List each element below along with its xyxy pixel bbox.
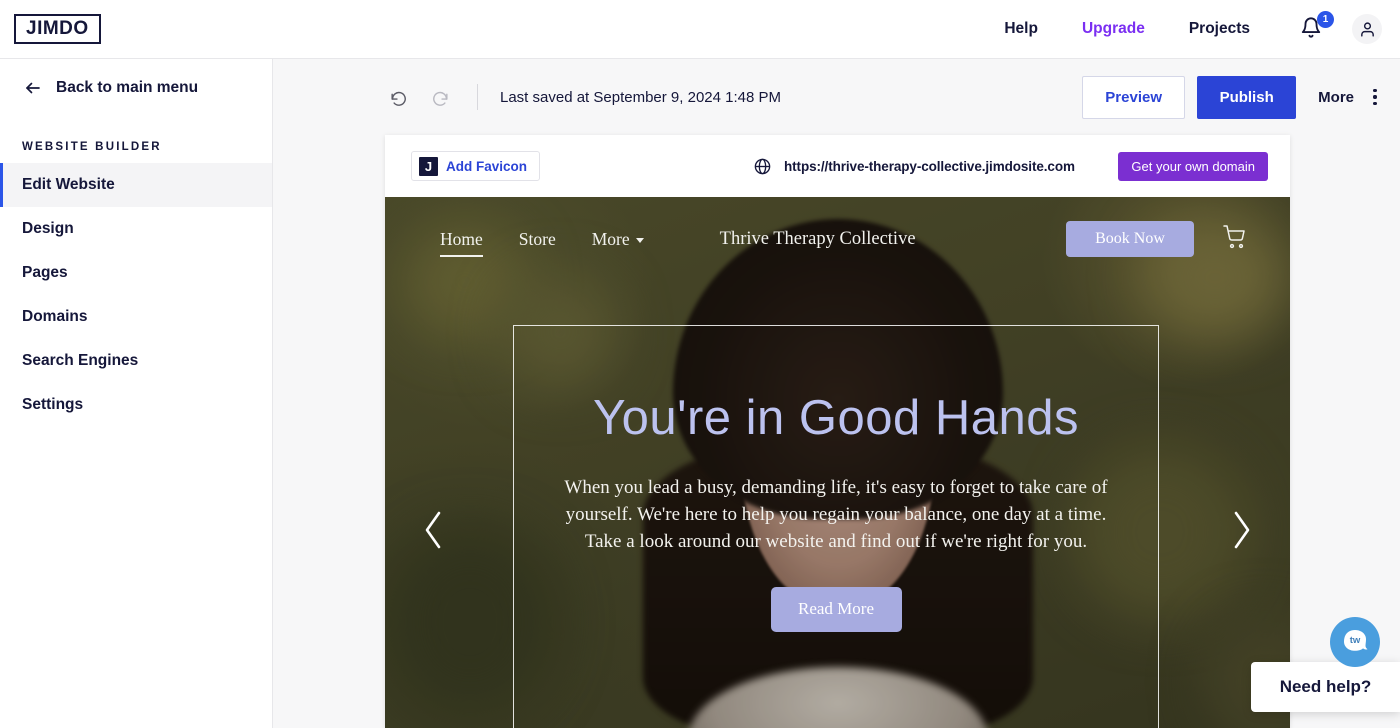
sidebar-item-label: Search Engines	[22, 352, 139, 369]
site-nav-more[interactable]: More	[592, 229, 644, 250]
notification-badge: 1	[1317, 11, 1334, 28]
user-avatar-icon	[1360, 21, 1374, 37]
chat-ghost-icon: tw	[1344, 630, 1368, 651]
get-own-domain-button[interactable]: Get your own domain	[1118, 151, 1268, 181]
hero-content-frame: You're in Good Hands When you lead a bus…	[513, 325, 1159, 728]
last-saved-label: Last saved at September 9, 2024 1:48 PM	[500, 88, 782, 106]
app-root: JIMDO Help Upgrade Projects 1 Back to ma…	[0, 0, 1400, 728]
hero-paragraph: When you lead a busy, demanding life, it…	[564, 477, 1108, 552]
editor-area: Last saved at September 9, 2024 1:48 PM …	[273, 59, 1400, 728]
notifications-button[interactable]: 1	[1300, 11, 1334, 42]
sidebar: Back to main menu WEBSITE BUILDER Edit W…	[0, 59, 273, 728]
arrow-left-icon	[26, 82, 40, 94]
nav-upgrade[interactable]: Upgrade	[1060, 20, 1167, 38]
back-to-main-menu-label: Back to main menu	[56, 79, 199, 96]
site-url[interactable]: https://thrive-therapy-collective.jimdos…	[784, 159, 1075, 174]
undo-icon	[390, 91, 406, 106]
chevron-right-icon	[1234, 511, 1250, 549]
sidebar-item-label: Pages	[22, 264, 68, 281]
nav-projects[interactable]: Projects	[1167, 20, 1272, 38]
add-favicon-label: Add Favicon	[446, 158, 528, 174]
sidebar-item-label: Domains	[22, 308, 88, 325]
sidebar-item-domains[interactable]: Domains	[0, 295, 272, 339]
publish-button[interactable]: Publish	[1197, 75, 1297, 119]
website-nav: Home Store More Thrive Therapy Collectiv…	[385, 197, 1290, 281]
toolbar-divider	[477, 84, 478, 110]
site-nav-home[interactable]: Home	[440, 229, 483, 257]
website-hero: Home Store More Thrive Therapy Collectiv…	[385, 197, 1290, 728]
sidebar-item-edit-website[interactable]: Edit Website	[0, 163, 272, 207]
site-preview-canvas: J Add Favicon https://thrive-therapy-col…	[385, 135, 1290, 728]
redo-icon	[432, 91, 448, 106]
chevron-down-icon	[635, 237, 644, 243]
jimdo-j-icon: J	[419, 156, 438, 176]
redo-button[interactable]	[425, 82, 455, 112]
sidebar-section-title: WEBSITE BUILDER	[22, 141, 162, 153]
global-header: JIMDO Help Upgrade Projects 1	[0, 0, 1400, 59]
globe-icon	[754, 158, 771, 174]
site-url-bar: J Add Favicon https://thrive-therapy-col…	[385, 135, 1290, 197]
site-url-group: https://thrive-therapy-collective.jimdos…	[753, 157, 1075, 176]
read-more-button[interactable]: Read More	[770, 586, 902, 632]
editor-toolbar: Last saved at September 9, 2024 1:48 PM …	[273, 59, 1400, 135]
site-nav-more-label: More	[591, 228, 630, 249]
toolbar-actions: Preview Publish More	[1082, 75, 1400, 119]
sidebar-item-label: Settings	[22, 396, 84, 413]
preview-button[interactable]: Preview	[1082, 75, 1186, 119]
hero-heading: You're in Good Hands	[592, 391, 1080, 445]
more-button[interactable]: More	[1318, 89, 1354, 106]
global-nav: Help Upgrade Projects 1	[982, 11, 1400, 44]
need-help-tooltip[interactable]: Need help?	[1251, 662, 1400, 712]
undo-button[interactable]	[383, 82, 413, 112]
more-vertical-icon[interactable]	[1366, 88, 1384, 106]
sidebar-item-search-engines[interactable]: Search Engines	[0, 339, 272, 383]
site-title: Thrive Therapy Collective	[719, 228, 916, 249]
jimdo-logo[interactable]: JIMDO	[14, 14, 101, 44]
svg-text:tw: tw	[1350, 635, 1361, 646]
carousel-next-button[interactable]	[1228, 507, 1254, 558]
sidebar-item-pages[interactable]: Pages	[0, 251, 272, 295]
sidebar-item-settings[interactable]: Settings	[0, 383, 272, 427]
site-nav-store[interactable]: Store	[519, 229, 556, 250]
carousel-prev-button[interactable]	[421, 507, 447, 558]
sidebar-item-label: Design	[22, 220, 74, 237]
back-to-main-menu-button[interactable]: Back to main menu	[0, 59, 272, 97]
add-favicon-button[interactable]: J Add Favicon	[411, 151, 541, 181]
sidebar-item-design[interactable]: Design	[0, 207, 272, 251]
nav-help[interactable]: Help	[982, 20, 1060, 38]
chevron-left-icon	[425, 511, 441, 549]
sidebar-item-label: Edit Website	[22, 176, 115, 193]
avatar[interactable]	[1352, 14, 1382, 44]
chat-widget-button[interactable]: tw	[1330, 617, 1380, 667]
book-now-button[interactable]: Book Now	[1066, 221, 1194, 257]
shopping-cart-icon	[1223, 224, 1245, 248]
shopping-cart-button[interactable]	[1222, 224, 1248, 254]
